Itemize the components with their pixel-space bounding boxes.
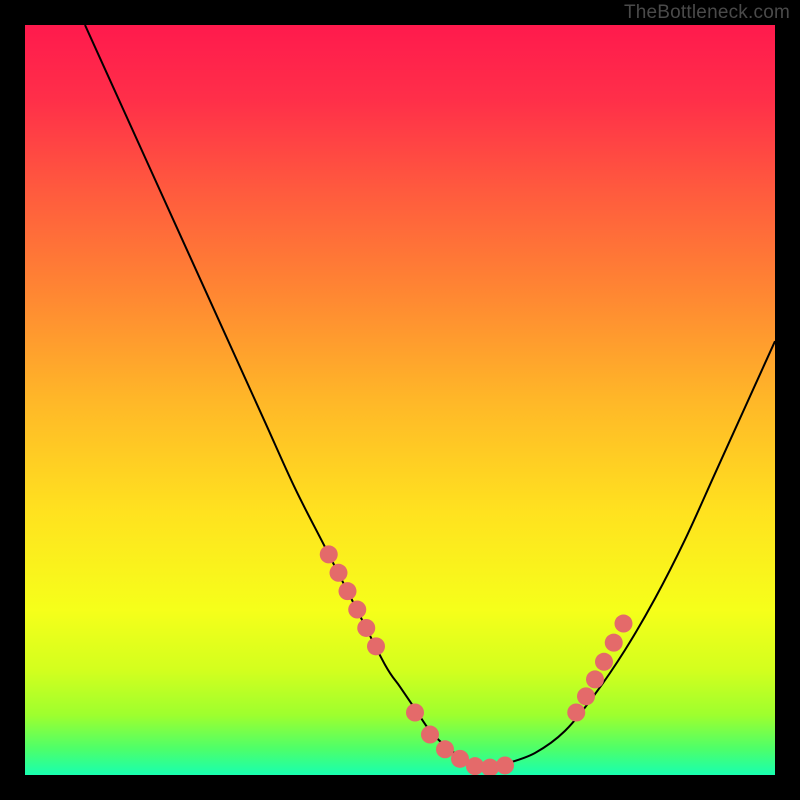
marker-cluster-right (567, 615, 632, 722)
chart-svg (25, 25, 775, 775)
watermark-text: TheBottleneck.com (624, 2, 790, 24)
curve-marker (339, 582, 357, 600)
chart-stage: TheBottleneck.com (0, 0, 800, 800)
curve-marker (367, 637, 385, 655)
curve-marker (436, 740, 454, 758)
curve-marker (567, 704, 585, 722)
curve-marker (595, 653, 613, 671)
curve-marker (348, 601, 366, 619)
curve-marker (605, 634, 623, 652)
curve-marker (577, 687, 595, 705)
curve-marker (496, 756, 514, 774)
curve-marker (406, 704, 424, 722)
curve-marker (586, 670, 604, 688)
curve-marker (615, 615, 633, 633)
bottleneck-curve (85, 25, 775, 768)
curve-marker (357, 619, 375, 637)
plot-area (25, 25, 775, 775)
curve-marker (421, 726, 439, 744)
curve-marker (320, 545, 338, 563)
marker-cluster-bottom (406, 704, 514, 776)
curve-marker (330, 564, 348, 582)
